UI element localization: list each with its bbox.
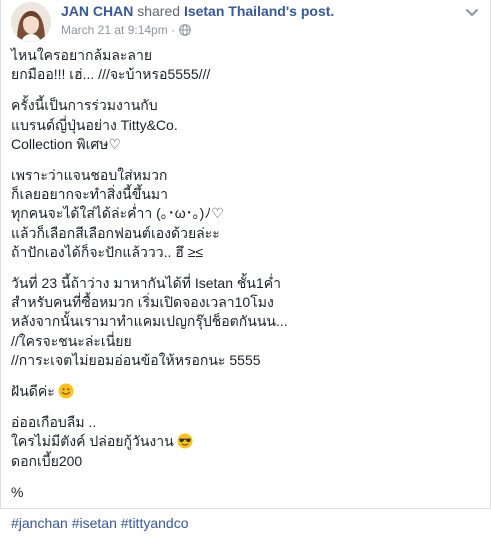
- post-text-line: ยกมืออ!!! เฮ่... ///จะบ้าหรอ5555///: [11, 66, 211, 83]
- post-text-line: วันที่ 23 นี้ถ้าว่าง มาหากันได้ที่ Iseta…: [11, 275, 281, 292]
- smile-emoji-icon: [58, 383, 74, 399]
- post-text-line: อ่ออเกือบลืม ..: [11, 414, 97, 431]
- post-text-line: ฝันดีค่ะ: [11, 383, 55, 400]
- post-text-line: ดอกเบี้ย200: [11, 452, 83, 469]
- post-paragraph: ครั้งนี้เป็นการร่วมงานกับ แบรนด์ญี่ปุ่นอ…: [11, 96, 480, 154]
- post-text-line: %: [11, 483, 24, 500]
- profile-photo-icon: [11, 2, 51, 42]
- hashtag-link[interactable]: #tittyandco: [121, 515, 189, 531]
- post-paragraph: เพราะว่าแจนชอบใส่หมวก ก็เลยอยากจะทำสิ่งน…: [11, 166, 480, 262]
- author-avatar[interactable]: [11, 2, 51, 42]
- post-options-button[interactable]: [464, 4, 480, 20]
- post-paragraph: ไหนใครอยากล้มละลาย ยกมืออ!!! เฮ่... ///จ…: [11, 46, 480, 84]
- post-header: JAN CHAN shared Isetan Thailand's post. …: [11, 0, 480, 42]
- post-text-line: สำหรับคนที่ซื้อหมวก เริ่มเปิดจองเวลา10โม…: [11, 294, 274, 311]
- shared-post-card: JAN CHAN shared Isetan Thailand's post. …: [0, 0, 491, 531]
- hashtag-link[interactable]: #isetan: [72, 515, 117, 531]
- post-text-line: หลังจากนั้นเรามาทำแคมเปญกรุ๊ปช็อตกันนน..…: [11, 313, 288, 330]
- globe-icon[interactable]: [179, 24, 192, 40]
- post-timestamp-link[interactable]: March 21 at 9:14pm: [61, 23, 168, 37]
- post-title-line: JAN CHAN shared Isetan Thailand's post.: [61, 2, 450, 20]
- meta-separator: ·: [171, 23, 176, 37]
- post-text-line: ถ้าปักเองได้ก็จะปักแล้ววว.. ฮึ ≥≤: [11, 243, 204, 260]
- post-text-line: แล้วก็เลือกสีเลือกฟอนต์เองด้วยล่ะะ: [11, 224, 220, 241]
- post-paragraph: อ่ออเกือบลืม .. ใครไม่มีตังค์ ปล่อยกู้วั…: [11, 413, 480, 471]
- hashtag-paragraph: #janchan #isetan #tittyandco: [11, 514, 480, 533]
- hashtag-link[interactable]: #janchan: [11, 515, 68, 531]
- post-paragraph: วันที่ 23 นี้ถ้าว่าง มาหากันได้ที่ Iseta…: [11, 274, 480, 370]
- post-meta: JAN CHAN shared Isetan Thailand's post. …: [61, 2, 450, 40]
- chevron-down-icon: [466, 9, 478, 16]
- share-action-text: shared: [137, 3, 181, 19]
- post-text-line: แบรนด์ญี่ปุ่นอย่าง Titty&Co.: [11, 116, 178, 133]
- post-body: ไหนใครอยากล้มละลาย ยกมืออ!!! เฮ่... ///จ…: [11, 46, 480, 545]
- post-text-line: ทุกคนจะได้ใส่ได้ล่ะค่ำา (｡･ω･｡)ﾉ♡: [11, 205, 224, 222]
- post-text-line-with-emoji: ใครไม่มีตังค์ ปล่อยกู้วันงาน: [11, 432, 480, 451]
- post-text-line: Collection พิเศษ♡: [11, 135, 122, 152]
- post-text-line: //การะเจตไม่ยอมอ่อนข้อให้หรอกนะ 5555: [11, 351, 261, 368]
- post-time-line: March 21 at 9:14pm ·: [61, 22, 450, 40]
- shared-source-link[interactable]: Isetan Thailand's: [184, 3, 297, 19]
- post-text-line: เพราะว่าแจนชอบใส่หมวก: [11, 167, 168, 184]
- post-text-line: ไหนใครอยากล้มละลาย: [11, 47, 153, 63]
- author-name-link[interactable]: JAN CHAN: [61, 3, 133, 19]
- post-paragraph: ฝันดีค่ะ: [11, 382, 480, 401]
- post-text-line: ก็เลยอยากจะทำสิ่งนี้ขึ้นมา: [11, 186, 168, 203]
- post-text: ใครไม่มีตังค์ ปล่อยกู้วันงาน: [11, 433, 174, 450]
- sunglasses-emoji-icon: [177, 433, 193, 449]
- shared-post-link[interactable]: post.: [301, 3, 334, 19]
- post-text-line: ครั้งนี้เป็นการร่วมงานกับ: [11, 97, 158, 114]
- post-text-line: //ใครจะชนะล่ะเนี่ยย: [11, 332, 132, 349]
- post-paragraph: %: [11, 483, 480, 502]
